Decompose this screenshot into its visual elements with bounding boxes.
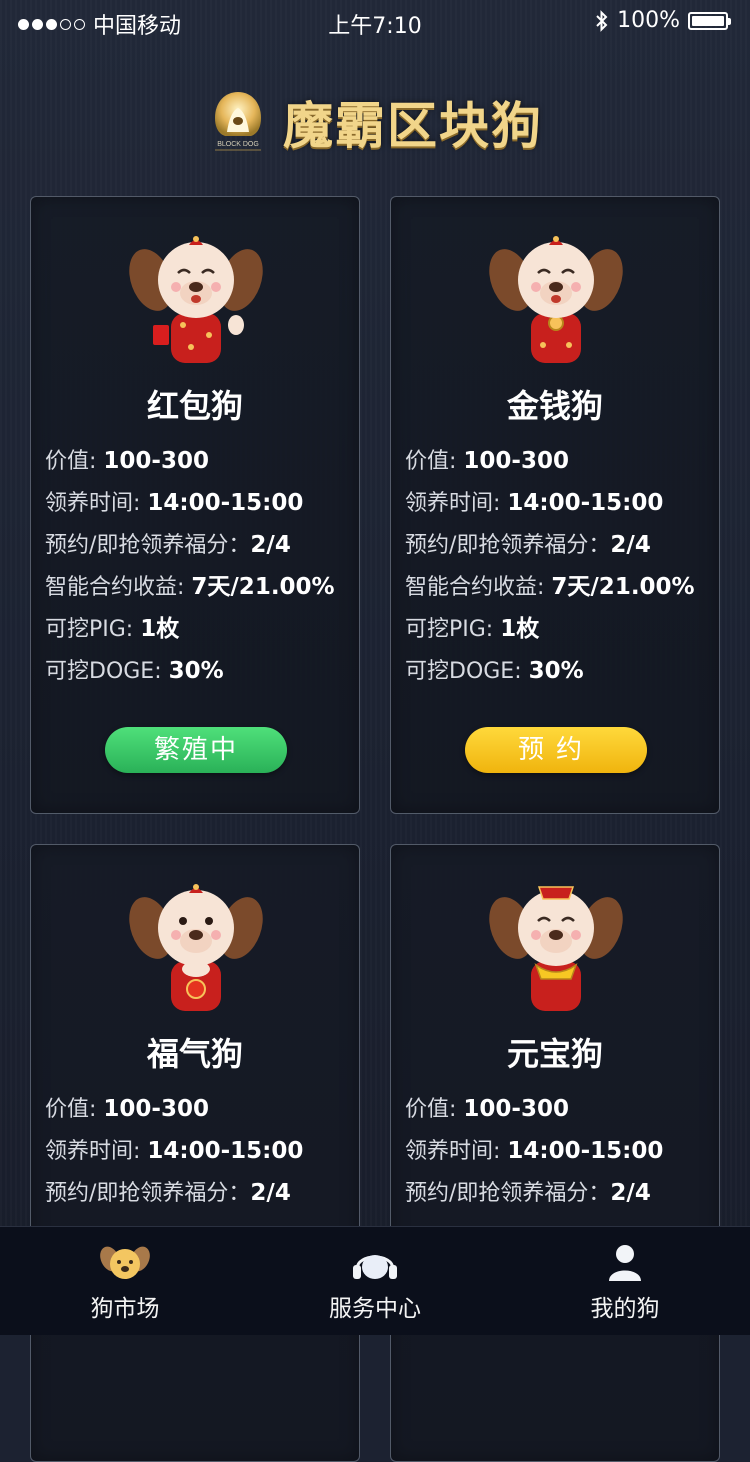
dog-name: 元宝狗: [506, 1035, 603, 1073]
dog-name: 福气狗: [146, 1035, 243, 1073]
dog-card-ingot[interactable]: 元宝狗 价值: 100-300 领养时间: 14:00-15:00 预约/即抢领…: [390, 844, 720, 1462]
dog-name: 金钱狗: [506, 387, 603, 425]
reserve-button[interactable]: 预约: [465, 727, 647, 773]
tab-service-center[interactable]: 服务中心: [250, 1227, 500, 1335]
stat-mine-pig: 可挖PIG: 1枚: [45, 616, 180, 642]
tab-label: 狗市场: [90, 1296, 160, 1322]
app-title: 魔霸区块狗: [283, 96, 543, 155]
money-dog-image: [489, 236, 623, 363]
red-envelope-dog-image: [129, 236, 263, 363]
dog-name: 红包狗: [146, 387, 243, 425]
battery-percent: 100%: [617, 8, 680, 33]
stat-mine-pig: 可挖PIG: 1枚: [405, 616, 540, 642]
stat-value: 价值: 100-300: [405, 448, 569, 474]
breeding-button[interactable]: 繁殖中: [105, 727, 287, 773]
stat-contract-return: 智能合约收益: 7天/21.00%: [405, 574, 695, 600]
stat-value: 价值: 100-300: [45, 448, 209, 474]
stat-value: 价值: 100-300: [405, 1096, 569, 1122]
tab-my-dogs[interactable]: 我的狗: [500, 1227, 750, 1335]
battery-icon: [688, 11, 731, 30]
dog-card-money[interactable]: 金钱狗 价值: 100-300 领养时间: 14:00-15:00 预约/即抢领…: [390, 196, 720, 814]
tab-label: 服务中心: [329, 1296, 421, 1322]
bottom-tab-bar: 狗市场 服务中心 我的狗: [0, 1226, 750, 1335]
tab-label: 我的狗: [590, 1296, 660, 1322]
stat-mine-doge: 可挖DOGE: 30%: [45, 658, 224, 684]
stat-adopt-time: 领养时间: 14:00-15:00: [45, 1138, 304, 1164]
user-icon: [609, 1245, 641, 1281]
dog-stats: 价值: 100-300 领养时间: 14:00-15:00 预约/即抢领养福分：…: [405, 1093, 715, 1219]
app-header: BLOCK DOG 魔霸区块狗: [0, 84, 750, 160]
stat-reserve-points: 预约/即抢领养福分：2/4: [405, 1180, 651, 1206]
dog-stats: 价值: 100-300 领养时间: 14:00-15:00 预约/即抢领养福分：…: [405, 445, 715, 697]
dog-card-red-envelope[interactable]: 红包狗 价值: 100-300 领养时间: 14:00-15:00 预约/即抢领…: [30, 196, 360, 814]
dog-stats: 价值: 100-300 领养时间: 14:00-15:00 预约/即抢领养福分：…: [45, 445, 355, 697]
headset-icon: [353, 1255, 397, 1279]
stat-adopt-time: 领养时间: 14:00-15:00: [405, 490, 664, 516]
stat-adopt-time: 领养时间: 14:00-15:00: [405, 1138, 664, 1164]
bluetooth-icon: [596, 9, 608, 32]
stat-adopt-time: 领养时间: 14:00-15:00: [45, 490, 304, 516]
status-right: 100%: [595, 8, 731, 33]
blessing-dog-image: [129, 884, 263, 1011]
stat-reserve-points: 预约/即抢领养福分：2/4: [45, 532, 291, 558]
stat-reserve-points: 预约/即抢领养福分：2/4: [405, 532, 651, 558]
logo-caption: BLOCK DOG: [217, 141, 259, 148]
stat-value: 价值: 100-300: [45, 1096, 209, 1122]
ingot-dog-image: [489, 886, 623, 1011]
dog-face-icon: [100, 1246, 150, 1279]
stat-reserve-points: 预约/即抢领养福分：2/4: [45, 1180, 291, 1206]
dog-stats: 价值: 100-300 领养时间: 14:00-15:00 预约/即抢领养福分：…: [45, 1093, 355, 1219]
logo-icon: BLOCK DOG: [207, 88, 269, 156]
stat-mine-doge: 可挖DOGE: 30%: [405, 658, 584, 684]
dog-card-blessing[interactable]: 福气狗 价值: 100-300 领养时间: 14:00-15:00 预约/即抢领…: [30, 844, 360, 1462]
tab-dog-market[interactable]: 狗市场: [0, 1227, 250, 1335]
status-bar: 中国移动 上午7:10 100%: [0, 0, 750, 40]
stat-contract-return: 智能合约收益: 7天/21.00%: [45, 574, 335, 600]
